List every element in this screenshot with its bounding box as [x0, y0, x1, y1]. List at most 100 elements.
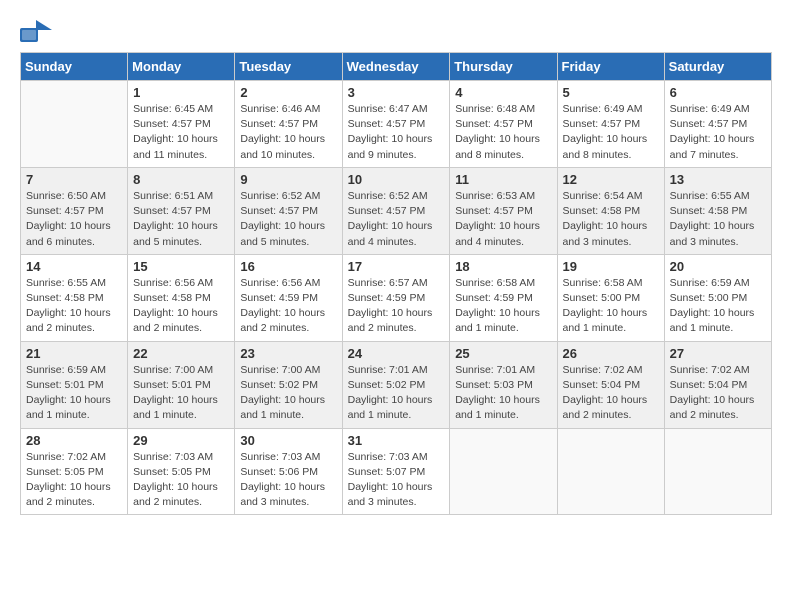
calendar-cell: 7 Sunrise: 6:50 AM Sunset: 4:57 PM Daylig… [21, 167, 128, 254]
weekday-saturday: Saturday [664, 53, 771, 81]
calendar-cell: 10 Sunrise: 6:52 AM Sunset: 4:57 PM Dayli… [342, 167, 450, 254]
day-number: 23 [240, 346, 336, 361]
day-number: 8 [133, 172, 229, 187]
day-number: 13 [670, 172, 766, 187]
day-number: 14 [26, 259, 122, 274]
day-number: 5 [563, 85, 659, 100]
weekday-wednesday: Wednesday [342, 53, 450, 81]
weekday-tuesday: Tuesday [235, 53, 342, 81]
day-info: Sunrise: 6:49 AM Sunset: 4:57 PM Dayligh… [563, 102, 659, 163]
calendar: SundayMondayTuesdayWednesdayThursdayFrid… [20, 52, 772, 515]
calendar-cell: 9 Sunrise: 6:52 AM Sunset: 4:57 PM Daylig… [235, 167, 342, 254]
day-info: Sunrise: 7:03 AM Sunset: 5:05 PM Dayligh… [133, 450, 229, 511]
day-info: Sunrise: 6:48 AM Sunset: 4:57 PM Dayligh… [455, 102, 551, 163]
calendar-cell: 30 Sunrise: 7:03 AM Sunset: 5:06 PM Dayli… [235, 428, 342, 515]
day-info: Sunrise: 7:01 AM Sunset: 5:02 PM Dayligh… [348, 363, 445, 424]
day-number: 30 [240, 433, 336, 448]
calendar-cell: 18 Sunrise: 6:58 AM Sunset: 4:59 PM Dayli… [450, 254, 557, 341]
calendar-cell: 21Sunrise: 6:59 AM Sunset: 5:01 PM Dayli… [21, 341, 128, 428]
day-number: 19 [563, 259, 659, 274]
day-info: Sunrise: 6:54 AM Sunset: 4:58 PM Dayligh… [563, 189, 659, 250]
day-info: Sunrise: 6:58 AM Sunset: 5:00 PM Dayligh… [563, 276, 659, 337]
day-info: Sunrise: 7:02 AM Sunset: 5:05 PM Dayligh… [26, 450, 122, 511]
calendar-cell: 23 Sunrise: 7:00 AM Sunset: 5:02 PM Dayli… [235, 341, 342, 428]
week-row-5: 28Sunrise: 7:02 AM Sunset: 5:05 PM Dayli… [21, 428, 772, 515]
calendar-cell [21, 81, 128, 168]
day-info: Sunrise: 6:53 AM Sunset: 4:57 PM Dayligh… [455, 189, 551, 250]
day-number: 31 [348, 433, 445, 448]
day-info: Sunrise: 6:51 AM Sunset: 4:57 PM Dayligh… [133, 189, 229, 250]
day-info: Sunrise: 7:03 AM Sunset: 5:07 PM Dayligh… [348, 450, 445, 511]
day-info: Sunrise: 6:56 AM Sunset: 4:59 PM Dayligh… [240, 276, 336, 337]
logo [20, 20, 56, 42]
day-number: 27 [670, 346, 766, 361]
day-number: 29 [133, 433, 229, 448]
calendar-body: 1Sunrise: 6:45 AM Sunset: 4:57 PM Daylig… [21, 81, 772, 515]
weekday-header: SundayMondayTuesdayWednesdayThursdayFrid… [21, 53, 772, 81]
calendar-cell: 1Sunrise: 6:45 AM Sunset: 4:57 PM Daylig… [128, 81, 235, 168]
day-info: Sunrise: 7:03 AM Sunset: 5:06 PM Dayligh… [240, 450, 336, 511]
week-row-1: 1Sunrise: 6:45 AM Sunset: 4:57 PM Daylig… [21, 81, 772, 168]
calendar-cell: 24 Sunrise: 7:01 AM Sunset: 5:02 PM Dayli… [342, 341, 450, 428]
calendar-cell: 29 Sunrise: 7:03 AM Sunset: 5:05 PM Dayli… [128, 428, 235, 515]
calendar-cell [450, 428, 557, 515]
day-number: 9 [240, 172, 336, 187]
week-row-3: 14 Sunrise: 6:55 AM Sunset: 4:58 PM Dayli… [21, 254, 772, 341]
day-info: Sunrise: 6:58 AM Sunset: 4:59 PM Dayligh… [455, 276, 551, 337]
day-info: Sunrise: 6:52 AM Sunset: 4:57 PM Dayligh… [240, 189, 336, 250]
weekday-thursday: Thursday [450, 53, 557, 81]
day-number: 17 [348, 259, 445, 274]
day-info: Sunrise: 6:50 AM Sunset: 4:57 PM Dayligh… [26, 189, 122, 250]
calendar-cell: 8 Sunrise: 6:51 AM Sunset: 4:57 PM Daylig… [128, 167, 235, 254]
calendar-cell: 17 Sunrise: 6:57 AM Sunset: 4:59 PM Dayli… [342, 254, 450, 341]
day-info: Sunrise: 6:52 AM Sunset: 4:57 PM Dayligh… [348, 189, 445, 250]
day-info: Sunrise: 6:57 AM Sunset: 4:59 PM Dayligh… [348, 276, 445, 337]
day-number: 16 [240, 259, 336, 274]
weekday-sunday: Sunday [21, 53, 128, 81]
calendar-cell: 6Sunrise: 6:49 AM Sunset: 4:57 PM Daylig… [664, 81, 771, 168]
day-number: 24 [348, 346, 445, 361]
day-number: 2 [240, 85, 336, 100]
day-number: 12 [563, 172, 659, 187]
week-row-2: 7 Sunrise: 6:50 AM Sunset: 4:57 PM Daylig… [21, 167, 772, 254]
day-info: Sunrise: 6:55 AM Sunset: 4:58 PM Dayligh… [670, 189, 766, 250]
calendar-cell: 20Sunrise: 6:59 AM Sunset: 5:00 PM Dayli… [664, 254, 771, 341]
weekday-friday: Friday [557, 53, 664, 81]
weekday-monday: Monday [128, 53, 235, 81]
day-number: 4 [455, 85, 551, 100]
calendar-cell: 5 Sunrise: 6:49 AM Sunset: 4:57 PM Daylig… [557, 81, 664, 168]
calendar-cell: 16 Sunrise: 6:56 AM Sunset: 4:59 PM Dayli… [235, 254, 342, 341]
calendar-cell: 11 Sunrise: 6:53 AM Sunset: 4:57 PM Dayli… [450, 167, 557, 254]
day-info: Sunrise: 6:45 AM Sunset: 4:57 PM Dayligh… [133, 102, 229, 163]
day-info: Sunrise: 6:47 AM Sunset: 4:57 PM Dayligh… [348, 102, 445, 163]
day-info: Sunrise: 6:55 AM Sunset: 4:58 PM Dayligh… [26, 276, 122, 337]
day-info: Sunrise: 7:01 AM Sunset: 5:03 PM Dayligh… [455, 363, 551, 424]
day-number: 7 [26, 172, 122, 187]
day-info: Sunrise: 6:56 AM Sunset: 4:58 PM Dayligh… [133, 276, 229, 337]
calendar-cell: 12 Sunrise: 6:54 AM Sunset: 4:58 PM Dayli… [557, 167, 664, 254]
day-number: 18 [455, 259, 551, 274]
day-info: Sunrise: 7:00 AM Sunset: 5:02 PM Dayligh… [240, 363, 336, 424]
calendar-cell: 14 Sunrise: 6:55 AM Sunset: 4:58 PM Dayli… [21, 254, 128, 341]
calendar-cell: 19 Sunrise: 6:58 AM Sunset: 5:00 PM Dayli… [557, 254, 664, 341]
header [20, 20, 772, 42]
day-info: Sunrise: 6:46 AM Sunset: 4:57 PM Dayligh… [240, 102, 336, 163]
calendar-cell: 22 Sunrise: 7:00 AM Sunset: 5:01 PM Dayli… [128, 341, 235, 428]
calendar-cell [557, 428, 664, 515]
calendar-cell: 13 Sunrise: 6:55 AM Sunset: 4:58 PM Dayli… [664, 167, 771, 254]
calendar-cell: 2 Sunrise: 6:46 AM Sunset: 4:57 PM Daylig… [235, 81, 342, 168]
day-number: 25 [455, 346, 551, 361]
calendar-cell: 28Sunrise: 7:02 AM Sunset: 5:05 PM Dayli… [21, 428, 128, 515]
calendar-cell: 25 Sunrise: 7:01 AM Sunset: 5:03 PM Dayli… [450, 341, 557, 428]
day-number: 10 [348, 172, 445, 187]
day-info: Sunrise: 6:59 AM Sunset: 5:00 PM Dayligh… [670, 276, 766, 337]
day-number: 11 [455, 172, 551, 187]
calendar-cell: 15Sunrise: 6:56 AM Sunset: 4:58 PM Dayli… [128, 254, 235, 341]
calendar-cell: 31 Sunrise: 7:03 AM Sunset: 5:07 PM Dayli… [342, 428, 450, 515]
day-info: Sunrise: 7:00 AM Sunset: 5:01 PM Dayligh… [133, 363, 229, 424]
logo-icon [20, 20, 52, 42]
calendar-cell: 27Sunrise: 7:02 AM Sunset: 5:04 PM Dayli… [664, 341, 771, 428]
week-row-4: 21Sunrise: 6:59 AM Sunset: 5:01 PM Dayli… [21, 341, 772, 428]
day-number: 22 [133, 346, 229, 361]
calendar-cell: 26Sunrise: 7:02 AM Sunset: 5:04 PM Dayli… [557, 341, 664, 428]
